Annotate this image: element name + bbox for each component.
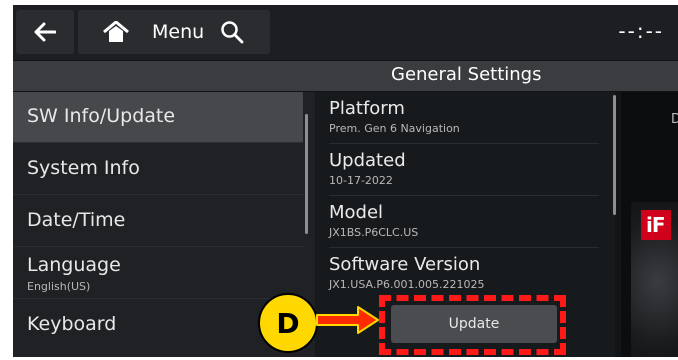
sidebar-item-date-time[interactable]: Date/Time <box>13 196 303 247</box>
info-value: 10-17-2022 <box>329 174 393 187</box>
menu-button[interactable]: Menu <box>146 10 270 54</box>
page-title: General Settings <box>391 64 542 85</box>
search-icon[interactable] <box>220 20 244 44</box>
info-value: JX1.USA.P6.001.005.221025 <box>329 278 485 291</box>
sidebar-item-label: Language <box>27 254 121 276</box>
sidebar-item-system-info[interactable]: System Info <box>13 144 303 195</box>
top-bar: Menu --:-- <box>13 5 678 60</box>
back-arrow-icon <box>34 22 56 42</box>
highlight-box <box>379 295 566 355</box>
info-row-platform: Platform Prem. Gen 6 Navigation <box>329 92 599 144</box>
info-value: Prem. Gen 6 Navigation <box>329 122 460 135</box>
panel-text: D <box>671 112 678 127</box>
info-row-software-version: Software Version JX1.USA.P6.001.005.2210… <box>329 248 599 299</box>
sidebar-scrollbar[interactable] <box>305 114 308 234</box>
sidebar-item-label: Keyboard <box>27 313 117 335</box>
sidebar-item-label: Date/Time <box>27 209 126 231</box>
back-button[interactable] <box>16 10 74 54</box>
info-heading: Updated <box>329 150 406 171</box>
sidebar-item-sw-info-update[interactable]: SW Info/Update <box>13 92 303 143</box>
badge-text: iF <box>646 213 666 237</box>
callout-label: D <box>258 293 318 353</box>
info-value: JX1BS.P6CLC.US <box>329 226 419 239</box>
info-heading: Model <box>329 202 384 223</box>
info-row-updated: Updated 10-17-2022 <box>329 144 599 196</box>
info-heading: Software Version <box>329 254 481 275</box>
sidebar-item-language[interactable]: Language English(US) <box>13 248 303 299</box>
sidebar-item-sublabel: English(US) <box>27 280 91 293</box>
clock: --:-- <box>618 19 664 43</box>
info-row-model: Model JX1BS.P6CLC.US <box>329 196 599 248</box>
info-heading: Platform <box>329 98 405 119</box>
content-scrollbar[interactable] <box>613 95 616 215</box>
title-bar: General Settings <box>13 61 678 91</box>
screenshot-frame: Menu --:-- General Settings SW Info/Upda… <box>0 0 678 360</box>
sidebar-item-label: System Info <box>27 157 140 179</box>
menu-label: Menu <box>152 21 205 43</box>
home-button[interactable] <box>78 10 154 54</box>
callout-arrow-icon <box>316 305 380 339</box>
if-award-badge: iF <box>641 210 671 240</box>
sidebar-item-label: SW Info/Update <box>27 105 176 127</box>
home-icon <box>103 21 129 43</box>
